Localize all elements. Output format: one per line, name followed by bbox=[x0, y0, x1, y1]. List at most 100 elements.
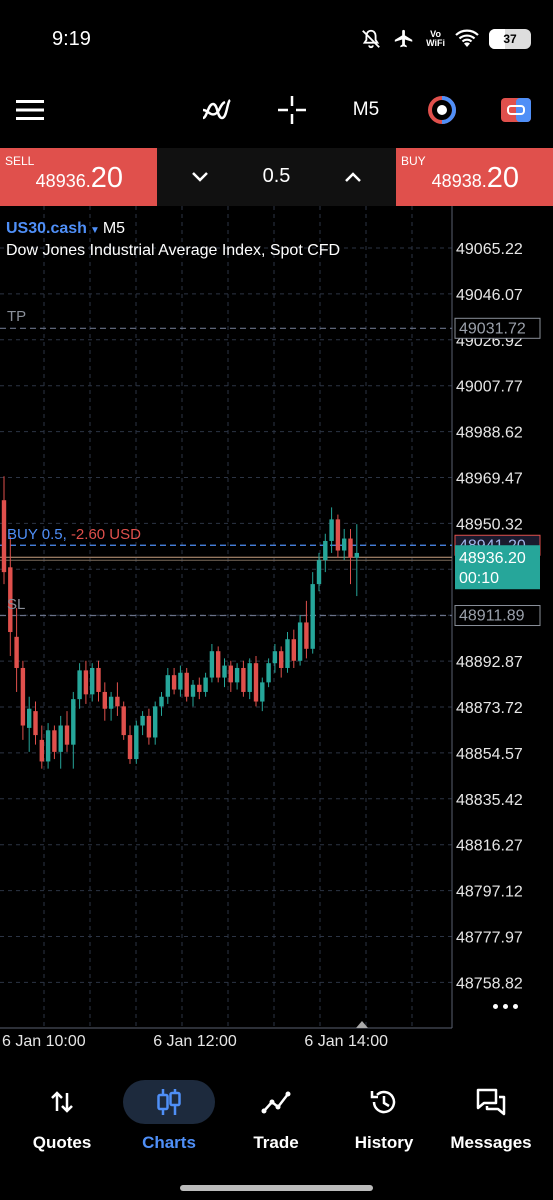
tp-label[interactable]: TP bbox=[7, 308, 26, 325]
nav-quotes[interactable]: Quotes bbox=[7, 1080, 117, 1160]
candle-body bbox=[323, 540, 328, 561]
nav-history[interactable]: History bbox=[329, 1080, 439, 1160]
bottom-navigation: Quotes Charts Trade History Messages bbox=[0, 1072, 553, 1200]
volume-control: 0.5 bbox=[157, 148, 396, 206]
price-axis-label: 49065.22 bbox=[456, 241, 523, 258]
airplane-mode-icon bbox=[392, 28, 416, 50]
status-time: 9:19 bbox=[52, 28, 91, 50]
candle-body bbox=[159, 696, 164, 707]
candle-body bbox=[291, 639, 296, 661]
position-profit: -2.60 USD bbox=[70, 526, 141, 543]
chart-timeframe: M5 bbox=[102, 220, 126, 237]
price-axis-label: 48873.72 bbox=[456, 700, 523, 717]
caret-down-icon: ▼ bbox=[89, 225, 100, 236]
sell-button[interactable]: SELL 48936.20 bbox=[0, 148, 157, 206]
chart-mode-button[interactable] bbox=[422, 90, 462, 130]
status-icons: Vo WiFi 37 bbox=[360, 26, 531, 52]
home-indicator[interactable] bbox=[180, 1185, 373, 1191]
nav-trade[interactable]: Trade bbox=[221, 1080, 331, 1160]
sl-price-tag: 48911.89 bbox=[459, 608, 525, 625]
hamburger-menu-icon bbox=[16, 100, 44, 120]
time-axis-label: 6 Jan 14:00 bbox=[304, 1033, 388, 1050]
position-label[interactable]: BUY 0.5, -2.60 USD bbox=[7, 526, 141, 543]
candle-body bbox=[209, 651, 215, 678]
battery-icon: 37 bbox=[489, 29, 531, 49]
candle-body bbox=[171, 675, 177, 690]
candle-body bbox=[266, 663, 271, 683]
candle-body bbox=[253, 663, 259, 702]
candle-body bbox=[279, 651, 284, 668]
price-axis-label: 48969.47 bbox=[456, 471, 523, 488]
candle-body bbox=[354, 552, 359, 558]
symbol-name[interactable]: US30.cash bbox=[6, 220, 87, 237]
candle-body bbox=[285, 639, 290, 668]
more-options-button[interactable] bbox=[488, 996, 522, 1016]
chart-symbol-header[interactable]: US30.cash ▼ M5 bbox=[6, 220, 125, 238]
nav-messages[interactable]: Messages bbox=[436, 1080, 546, 1160]
candle-body bbox=[14, 636, 19, 668]
price-axis-label: 48950.32 bbox=[456, 516, 523, 533]
candle-body bbox=[272, 651, 278, 664]
indicators-icon bbox=[202, 98, 231, 120]
crosshair-button[interactable] bbox=[272, 90, 312, 130]
candlestick-chart[interactable]: 49065.2249046.0749026.9249007.7748988.62… bbox=[0, 206, 553, 1072]
candle-body bbox=[310, 584, 315, 649]
chart-toolbar: M5 bbox=[0, 82, 553, 138]
price-axis-label: 48816.27 bbox=[456, 838, 523, 855]
bid-price-tag: 48936.20 bbox=[459, 550, 526, 567]
candle-body bbox=[247, 663, 252, 692]
menu-button[interactable] bbox=[10, 90, 50, 130]
volume-input[interactable]: 0.5 bbox=[227, 165, 326, 188]
candle-body bbox=[329, 519, 334, 541]
candle-body bbox=[27, 708, 32, 728]
candle-body bbox=[234, 667, 240, 683]
candle-body bbox=[228, 665, 233, 683]
one-click-trade-button[interactable] bbox=[496, 90, 536, 130]
candle-body bbox=[203, 677, 208, 692]
time-axis-label: 6 Jan 10:00 bbox=[2, 1033, 86, 1050]
chart-mode-icon bbox=[428, 96, 456, 124]
candle-body bbox=[127, 735, 133, 760]
quotes-arrows-icon bbox=[51, 1091, 73, 1113]
candle-body bbox=[216, 651, 221, 678]
candle-body bbox=[45, 730, 51, 762]
candle-body bbox=[153, 706, 158, 738]
timeframe-button[interactable]: M5 bbox=[346, 90, 386, 130]
status-bar: 9:19 Vo WiFi 37 bbox=[0, 0, 553, 80]
price-axis-label: 48797.12 bbox=[456, 884, 523, 901]
candle-body bbox=[71, 699, 76, 745]
candle-body bbox=[1, 500, 7, 573]
trade-line-icon bbox=[261, 1091, 291, 1114]
chart-area[interactable]: 49065.22 49046.07 49026.92 49007.77 48988.62… bbox=[0, 206, 553, 1072]
candle-body bbox=[52, 730, 57, 752]
volume-increase-button[interactable] bbox=[336, 160, 370, 194]
candle-body bbox=[20, 667, 26, 726]
candle-body bbox=[316, 560, 322, 585]
sl-label[interactable]: SL bbox=[7, 596, 25, 613]
candle-body bbox=[342, 538, 347, 551]
price-axis-label: 48892.87 bbox=[456, 654, 523, 671]
chevron-down-icon bbox=[192, 172, 208, 182]
sell-label: SELL bbox=[5, 154, 35, 168]
sell-price: 48936.20 bbox=[35, 162, 123, 194]
candle-body bbox=[348, 538, 353, 558]
candle-body bbox=[102, 691, 107, 709]
candle-body bbox=[222, 665, 227, 678]
candle-body bbox=[108, 696, 114, 709]
candle-body bbox=[241, 667, 246, 692]
volume-decrease-button[interactable] bbox=[183, 160, 217, 194]
nav-charts[interactable]: Charts bbox=[114, 1080, 224, 1160]
candle-body bbox=[121, 706, 126, 736]
buy-label: BUY bbox=[401, 154, 426, 168]
price-axis-label: 48854.57 bbox=[456, 746, 523, 763]
buy-button[interactable]: BUY 48938.20 bbox=[396, 148, 553, 206]
candle-body bbox=[39, 739, 44, 762]
candle-body bbox=[115, 696, 120, 707]
indicators-button[interactable] bbox=[196, 90, 236, 130]
vowifi-label: Vo WiFi bbox=[426, 29, 445, 48]
symbol-description: Dow Jones Industrial Average Index, Spot… bbox=[6, 242, 341, 259]
candle-body bbox=[64, 725, 70, 745]
chevron-up-icon bbox=[345, 172, 361, 182]
candle-body bbox=[297, 622, 303, 661]
candle-body bbox=[96, 667, 101, 692]
